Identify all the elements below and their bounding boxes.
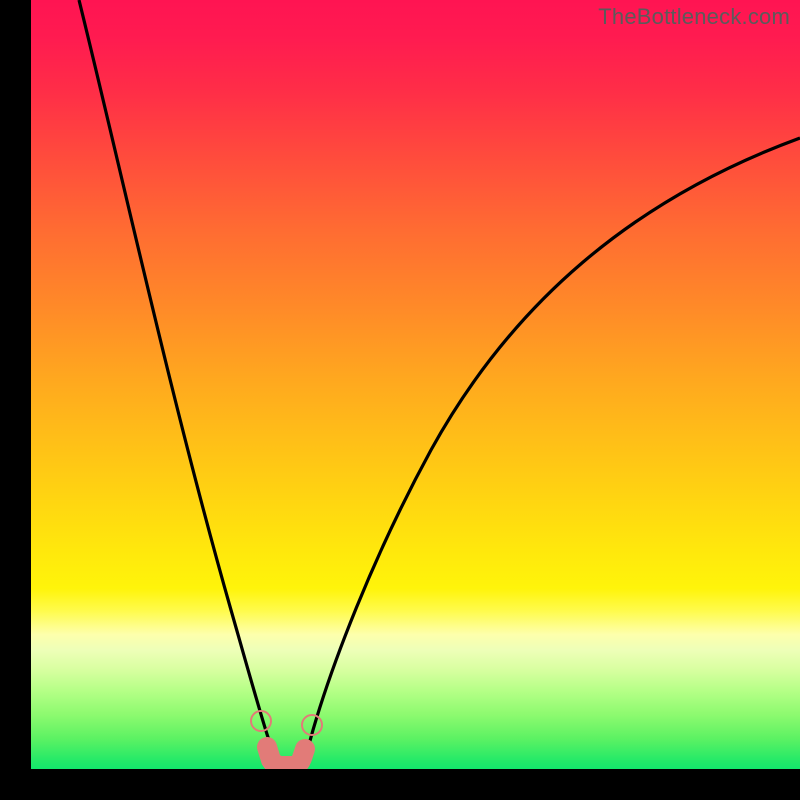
watermark: TheBottleneck.com <box>598 4 790 30</box>
sweet-spot-markers <box>260 720 313 766</box>
bottleneck-curve-path <box>79 0 800 762</box>
bottleneck-curve-svg <box>31 0 800 769</box>
chart-frame <box>31 0 800 769</box>
